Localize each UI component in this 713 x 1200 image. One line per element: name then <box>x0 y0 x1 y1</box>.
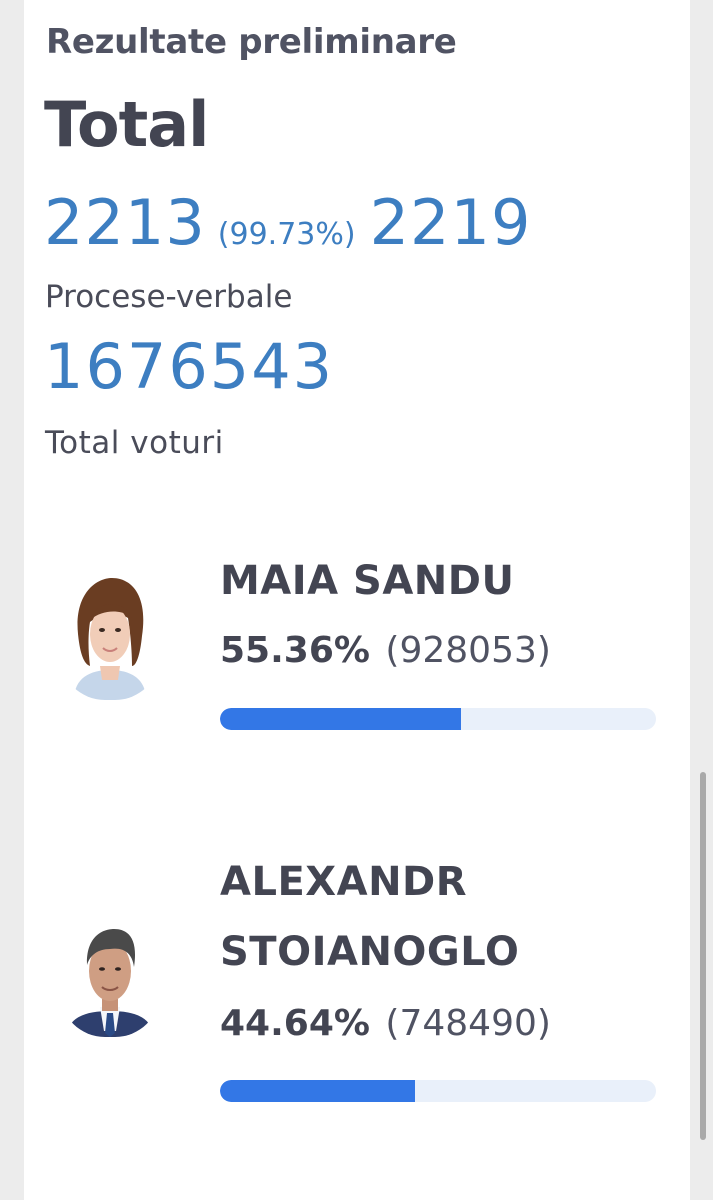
vote-share-fill <box>220 708 462 730</box>
total-votes-value: 1676543 <box>44 330 335 403</box>
processed-percent: (99.73%) <box>217 217 356 252</box>
vote-share-fill <box>220 1080 415 1102</box>
page-title: Total <box>44 88 209 161</box>
total-protocols: 2219 <box>369 186 532 259</box>
candidate-name-last: STOIANOGLO <box>220 929 520 975</box>
vertical-scrollbar[interactable] <box>700 772 706 1140</box>
male-candidate-portrait-icon <box>60 907 160 1037</box>
protocol-counts: 2213 (99.73%) 2219 <box>44 186 531 259</box>
candidate-name: MAIA SANDU <box>220 558 515 604</box>
candidate-stats: 44.64% (748490) <box>220 1003 551 1044</box>
protocols-label: Procese-verbale <box>45 279 293 315</box>
candidate-percent: 44.64% <box>220 1003 370 1044</box>
candidate-votes: (748490) <box>385 1003 551 1044</box>
candidate-votes: (928053) <box>385 630 551 671</box>
results-subtitle: Rezultate preliminare <box>46 22 457 62</box>
female-candidate-portrait-icon <box>60 570 160 700</box>
candidate-name-first: ALEXANDR <box>220 859 468 905</box>
vote-share-bar <box>220 708 656 730</box>
candidate-percent: 55.36% <box>220 630 370 671</box>
total-votes-label: Total voturi <box>45 425 224 461</box>
processed-protocols: 2213 <box>44 186 206 259</box>
vote-share-bar <box>220 1080 656 1102</box>
results-card: Rezultate preliminare Total 2213 (99.73%)… <box>24 0 690 1200</box>
candidate-stats: 55.36% (928053) <box>220 630 551 671</box>
